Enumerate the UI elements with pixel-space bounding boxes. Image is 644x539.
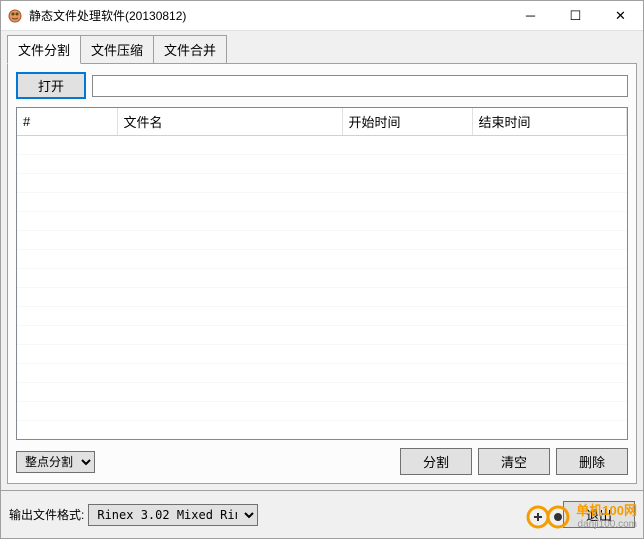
col-filename[interactable]: 文件名 [117, 108, 342, 136]
app-icon [7, 8, 23, 24]
mode-select[interactable]: 整点分割 [16, 451, 95, 473]
delete-button[interactable]: 删除 [556, 448, 628, 475]
format-select[interactable]: Rinex 3.02 Mixed Rine [88, 504, 258, 526]
window-title: 静态文件处理软件(20130812) [29, 7, 508, 24]
tab-file-split[interactable]: 文件分割 [7, 35, 81, 64]
exit-button[interactable]: 退出 [563, 501, 635, 528]
close-button[interactable]: ✕ [598, 1, 643, 30]
col-start-time[interactable]: 开始时间 [342, 108, 472, 136]
titlebar: 静态文件处理软件(20130812) ─ ☐ ✕ [1, 1, 643, 31]
tab-file-merge[interactable]: 文件合并 [153, 35, 227, 63]
footer: 输出文件格式: Rinex 3.02 Mixed Rine 退出 单机100网 … [1, 490, 643, 538]
maximize-button[interactable]: ☐ [553, 1, 598, 30]
path-input[interactable] [92, 75, 628, 97]
tab-file-compress[interactable]: 文件压缩 [80, 35, 154, 63]
format-label: 输出文件格式: [9, 506, 84, 523]
tab-panel: 打开 # 文件名 开始时间 结束时间 [7, 63, 637, 484]
clear-button[interactable]: 清空 [478, 448, 550, 475]
col-index[interactable]: # [17, 108, 117, 136]
col-end-time[interactable]: 结束时间 [472, 108, 627, 136]
file-table: # 文件名 开始时间 结束时间 [16, 107, 628, 440]
tab-bar: 文件分割 文件压缩 文件合并 [7, 35, 637, 63]
open-button[interactable]: 打开 [16, 72, 86, 99]
split-button[interactable]: 分割 [400, 448, 472, 475]
table-body[interactable] [17, 136, 627, 424]
minimize-button[interactable]: ─ [508, 1, 553, 30]
